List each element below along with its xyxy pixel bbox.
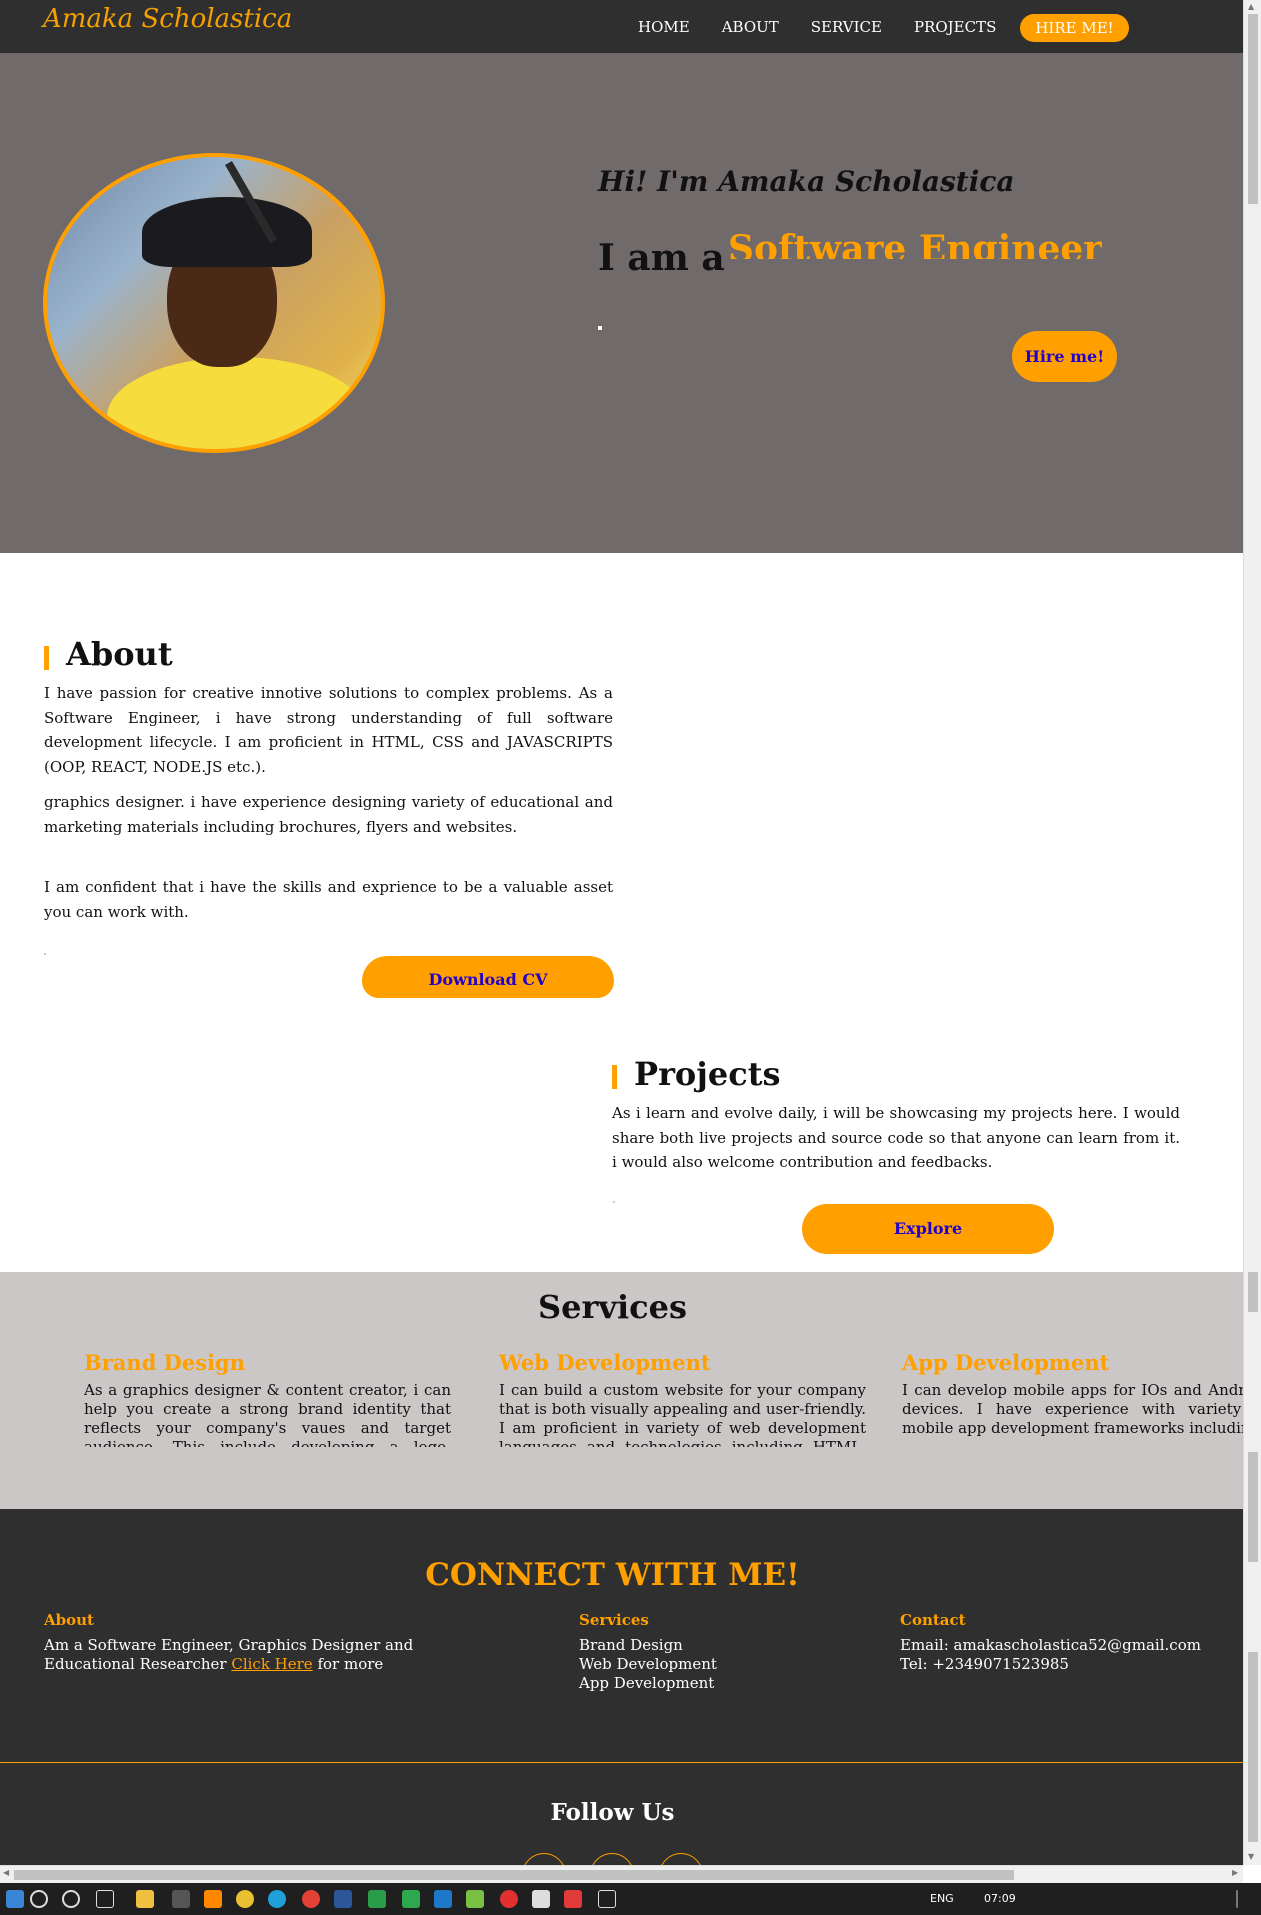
service-card-app-development: App Development I can develop mobile app…: [902, 1350, 1243, 1447]
social-icon-2[interactable]: [590, 1853, 634, 1865]
scroll-marker: [1248, 1452, 1258, 1562]
footer-about-line-1: Am a Software Engineer, Graphics Designe…: [44, 1636, 414, 1654]
start-icon[interactable]: [6, 1890, 24, 1908]
taskbar-clock[interactable]: 07:09: [984, 1892, 1016, 1905]
nav-link-about[interactable]: ABOUT: [722, 18, 779, 36]
social-icon-1[interactable]: [522, 1853, 566, 1865]
chrome-icon[interactable]: [302, 1890, 320, 1908]
vlc-icon[interactable]: [204, 1890, 222, 1908]
social-icon-3[interactable]: [659, 1853, 703, 1865]
services-section: Services Brand Design As a graphics desi…: [0, 1272, 1243, 1509]
footer-tel: Tel: +2349071523985: [900, 1655, 1069, 1673]
footer-about-column: About Am a Software Engineer, Graphics D…: [44, 1611, 424, 1674]
about-dot: [44, 953, 46, 955]
projects-heading-accent: [612, 1065, 617, 1089]
footer-about-tail: for more: [312, 1655, 384, 1673]
app-icon-plus[interactable]: [402, 1890, 420, 1908]
footer-service-item[interactable]: App Development: [579, 1674, 779, 1693]
nav-link-projects[interactable]: PROJECTS: [914, 18, 996, 36]
follow-us-heading: Follow Us: [550, 1799, 675, 1826]
scroll-up-arrow-icon[interactable]: ▲: [1248, 2, 1254, 11]
footer-about-text: Educational Researcher: [44, 1655, 227, 1673]
service-title: App Development: [902, 1350, 1110, 1375]
footer-about-line-2: Educational Researcher Click Here for mo…: [44, 1655, 424, 1674]
service-title: Brand Design: [84, 1350, 246, 1375]
app-icon-doc[interactable]: [532, 1890, 550, 1908]
footer-contact-column: Contact Email: amakascholastica52@gmail.…: [900, 1611, 1220, 1674]
nav-link-home[interactable]: HOME: [638, 18, 690, 36]
brand-logo-text[interactable]: Amaka Scholastica: [43, 4, 292, 34]
app-icon-green[interactable]: [368, 1890, 386, 1908]
scroll-left-arrow-icon[interactable]: ◀: [3, 1868, 9, 1877]
scrollbar-thumb[interactable]: [1248, 14, 1258, 204]
nav-link-service[interactable]: SERVICE: [811, 18, 882, 36]
projects-dot: [613, 1201, 615, 1203]
about-heading: About: [66, 635, 173, 673]
about-paragraph-2-text: graphics designer. i have experience des…: [44, 793, 613, 836]
file-explorer-icon[interactable]: [136, 1890, 154, 1908]
service-text: As a graphics designer & content creator…: [84, 1381, 451, 1447]
footer-contact-heading: Contact: [900, 1611, 966, 1629]
services-heading: Services: [538, 1288, 687, 1326]
app-icon-window[interactable]: [598, 1890, 616, 1908]
footer-email: Email: amakascholastica52@gmail.com: [900, 1636, 1201, 1654]
vscode-icon[interactable]: [434, 1890, 452, 1908]
connect-heading: CONNECT WITH ME!: [425, 1557, 800, 1593]
scroll-down-arrow-icon[interactable]: ▼: [1248, 1852, 1254, 1861]
nav-hire-me-button[interactable]: HIRE ME!: [1020, 14, 1129, 42]
service-text: I can build a custom website for your co…: [499, 1381, 866, 1447]
scroll-marker: [1248, 1272, 1258, 1312]
scroll-marker: [1248, 1652, 1258, 1842]
hero-section: Hi! I'm Amaka Scholastica I am a Softwar…: [0, 53, 1243, 553]
hero-iam: I am a: [598, 237, 725, 279]
vertical-scrollbar[interactable]: ▲ ▼: [1243, 0, 1261, 1865]
hero-role-typed: Software Engineer: [728, 228, 1103, 259]
app-icon-red[interactable]: [564, 1890, 582, 1908]
calculator-icon[interactable]: [172, 1890, 190, 1908]
nav-links: HOME ABOUT SERVICE PROJECTS: [638, 18, 996, 36]
about-paragraph-2: graphics designer. i have experience des…: [44, 790, 613, 850]
footer-services-heading: Services: [579, 1611, 649, 1629]
explore-button[interactable]: Explore: [802, 1204, 1054, 1254]
scroll-right-arrow-icon[interactable]: ▶: [1232, 1868, 1238, 1877]
app-icon-lime[interactable]: [466, 1890, 484, 1908]
taskbar-language[interactable]: ENG: [930, 1892, 954, 1905]
about-paragraph-3: I am confident that i have the skills an…: [44, 878, 613, 921]
hero-hire-me-button[interactable]: Hire me!: [1012, 331, 1117, 382]
windows-taskbar: ENG 07:09: [0, 1883, 1261, 1915]
footer-service-item[interactable]: Brand Design: [579, 1636, 779, 1655]
photo-shirt: [107, 357, 367, 449]
hero-greeting: Hi! I'm Amaka Scholastica: [598, 165, 1015, 198]
service-card-brand-design: Brand Design As a graphics designer & co…: [84, 1350, 451, 1447]
service-card-web-development: Web Development I can build a custom web…: [499, 1350, 866, 1447]
service-text: I can develop mobile apps for IOs and An…: [902, 1381, 1243, 1437]
download-cv-button[interactable]: Download CV: [362, 956, 614, 998]
search-icon[interactable]: [30, 1890, 48, 1908]
show-desktop-icon[interactable]: [1236, 1890, 1238, 1908]
footer-about-heading: About: [44, 1611, 94, 1629]
footer-services-column: Services Brand Design Web Development Ap…: [579, 1611, 779, 1693]
service-title: Web Development: [499, 1350, 711, 1375]
typing-cursor: [598, 326, 602, 330]
word-icon[interactable]: [334, 1890, 352, 1908]
projects-paragraph: As i learn and evolve daily, i will be s…: [612, 1104, 1180, 1171]
footer-service-item[interactable]: Web Development: [579, 1655, 779, 1674]
page: Amaka Scholastica HOME ABOUT SERVICE PRO…: [0, 0, 1243, 1865]
chrome-canary-icon[interactable]: [236, 1890, 254, 1908]
footer-divider: [0, 1762, 1243, 1763]
horizontal-scrollbar[interactable]: ◀ ▶: [0, 1865, 1243, 1883]
top-navbar: Amaka Scholastica HOME ABOUT SERVICE PRO…: [0, 0, 1243, 53]
footer-click-here-link[interactable]: Click Here: [231, 1655, 312, 1673]
hscroll-thumb[interactable]: [14, 1870, 1014, 1880]
task-view-icon[interactable]: [96, 1890, 114, 1908]
footer: CONNECT WITH ME! About Am a Software Eng…: [0, 1509, 1243, 1865]
projects-heading: Projects: [634, 1055, 781, 1093]
edge-icon[interactable]: [268, 1890, 286, 1908]
photo-cap: [142, 197, 312, 267]
profile-photo: [43, 153, 385, 453]
cortana-icon[interactable]: [62, 1890, 80, 1908]
opera-icon[interactable]: [500, 1890, 518, 1908]
about-heading-accent: [44, 646, 49, 670]
about-paragraph-1: I have passion for creative innotive sol…: [44, 684, 613, 776]
